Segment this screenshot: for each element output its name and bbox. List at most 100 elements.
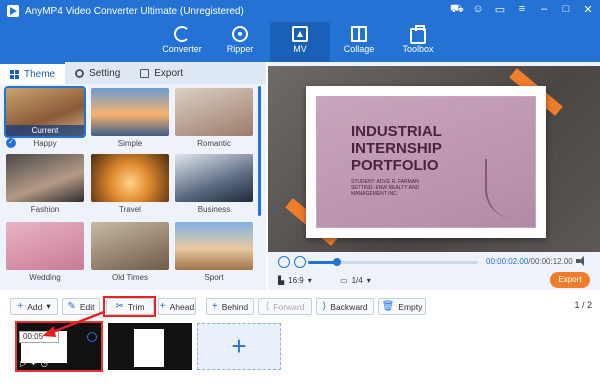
aspect-ratio-select[interactable]: ▙ 16:9 ▾ [278,276,312,285]
duration-input[interactable]: 00:05 [19,331,59,343]
slide-card: INDUSTRIAL INTERNSHIP PORTFOLIO STUDENT:… [306,86,546,238]
theme-thumbnail [175,88,253,136]
theme-business[interactable]: Business [175,154,253,215]
slide-title-line-3: PORTFOLIO [351,157,439,174]
gear-icon [75,68,85,78]
theme-label: Happy [33,139,57,148]
total-time: /00:00:12.00 [528,257,573,266]
theme-simple[interactable]: Simple [91,88,169,149]
theme-romantic[interactable]: Romantic [175,88,253,149]
theme-thumbnail [6,222,84,270]
add-label: Add [27,301,43,312]
preview-stage: INDUSTRIAL INTERNSHIP PORTFOLIO STUDENT:… [268,66,600,252]
forward-button[interactable]: ⟨ Forward [258,298,312,315]
theme-thumbnail [91,222,169,270]
nav-toolbox[interactable]: Toolbox [388,22,448,62]
ahead-icon: + [159,301,166,312]
tab-export-label: Export [154,67,184,79]
current-tag: Current [6,125,84,136]
page-select[interactable]: ▭ 1/4 ▾ [340,276,371,285]
theme-label: Business [197,205,231,214]
nav-mv[interactable]: MV [270,22,330,62]
tab-setting[interactable]: Setting [65,62,130,84]
volume-icon[interactable] [576,256,588,266]
menu-icon[interactable]: ≡ [516,3,528,17]
progress-bar[interactable] [308,258,478,266]
clip-tools: ▷ ✦ ◷ [20,359,48,368]
time-readout: 00:00:02.00/00:00:12.00 [486,257,573,266]
forward-icon: ⟨ [265,301,270,312]
monitor-icon: ▭ [340,276,348,285]
empty-button[interactable]: 🗑 Empty [378,298,426,315]
forward-label: Forward [273,301,305,312]
minimize-icon[interactable]: – [538,3,550,17]
theme-label: Simple [117,139,143,148]
panel-tabs: Theme Setting Export [0,62,266,84]
nav-toolbox-label: Toolbox [402,44,434,54]
window-controls: ⛟ ☺ ▭ ≡ – □ ✕ [450,3,594,17]
play-button[interactable] [278,256,290,268]
add-clip-button[interactable]: + [197,323,281,370]
ahead-button[interactable]: + Ahead [158,298,196,315]
top-bar: AnyMP4 Video Converter Ultimate (Unregis… [0,0,600,62]
slide-inner: INDUSTRIAL INTERNSHIP PORTFOLIO STUDENT:… [316,96,536,228]
tab-theme[interactable]: Theme [0,62,66,84]
clock-icon[interactable]: ◷ [41,359,48,368]
theme-label: Travel [119,205,141,214]
grid-icon [10,69,19,79]
nav-ripper[interactable]: Ripper [210,22,270,62]
aspect-icon: ▙ [278,276,285,285]
cart-icon[interactable]: ⛟ [450,3,464,17]
play-icon[interactable]: ▷ [20,359,26,368]
theme-scrollbar[interactable] [258,86,261,216]
stop-button[interactable] [294,256,306,268]
chevron-down-icon: ▾ [366,276,371,285]
slide-subtitle: STUDENT: ADVE R. FARMAN SETTING: ENW REA… [351,179,420,197]
theme-thumbnail [91,88,169,136]
theme-grid: Current ✓ Happy Simple Romantic Fashion … [4,86,254,288]
tab-export[interactable]: Export [130,62,193,84]
chevron-down-icon: ▾ [307,276,312,285]
mv-icon [292,26,308,42]
user-icon[interactable]: ☺ [472,3,484,17]
clip-1[interactable]: 00:05 ▷ ✦ ◷ [15,321,103,372]
chevron-down-icon: ▾ [46,301,51,311]
theme-thumbnail [6,154,84,202]
clip-2[interactable] [108,323,192,370]
theme-happy[interactable]: Current ✓ Happy [4,86,86,149]
close-icon[interactable]: ✕ [582,3,594,17]
slide-title-line-1: INDUSTRIAL [351,123,442,140]
timeline: 00:05 ▷ ✦ ◷ + [0,320,600,390]
app-logo-icon [7,5,19,17]
tab-theme-label: Theme [24,68,56,80]
add-button[interactable]: + Add ▾ [10,298,58,315]
chat-icon[interactable]: ▭ [494,3,506,17]
theme-wedding[interactable]: Wedding [6,222,84,283]
progress-knob[interactable] [332,258,341,266]
effect-icon[interactable]: ✦ [30,359,37,368]
tab-setting-label: Setting [89,67,121,79]
title-bar: AnyMP4 Video Converter Ultimate (Unregis… [0,0,600,22]
pager: 1 / 2 [574,300,592,310]
theme-travel[interactable]: Travel [91,154,169,215]
theme-old-times[interactable]: Old Times [91,222,169,283]
export-button[interactable]: Export [550,272,590,288]
trim-highlight [103,296,156,317]
behind-label: Behind [221,301,249,312]
theme-thumbnail: Current [4,86,86,138]
empty-label: Empty [398,301,423,312]
nav-converter-label: Converter [162,44,202,54]
confirm-icon[interactable] [87,332,97,342]
maximize-icon[interactable]: □ [560,3,572,17]
toolbox-icon [410,25,426,44]
theme-label: Sport [204,273,224,282]
edit-button[interactable]: ✎ Edit [62,298,100,315]
theme-label: Romantic [197,139,231,148]
player-controls: 00:00:02.00/00:00:12.00 ▙ 16:9 ▾ ▭ 1/4 ▾… [268,252,600,290]
theme-sport[interactable]: Sport [175,222,253,283]
nav-converter[interactable]: Converter [152,22,212,62]
behind-button[interactable]: + Behind [206,298,254,315]
backward-button[interactable]: ⟩ Backward [316,298,374,315]
nav-collage[interactable]: Collage [329,22,389,62]
theme-fashion[interactable]: Fashion [6,154,84,215]
